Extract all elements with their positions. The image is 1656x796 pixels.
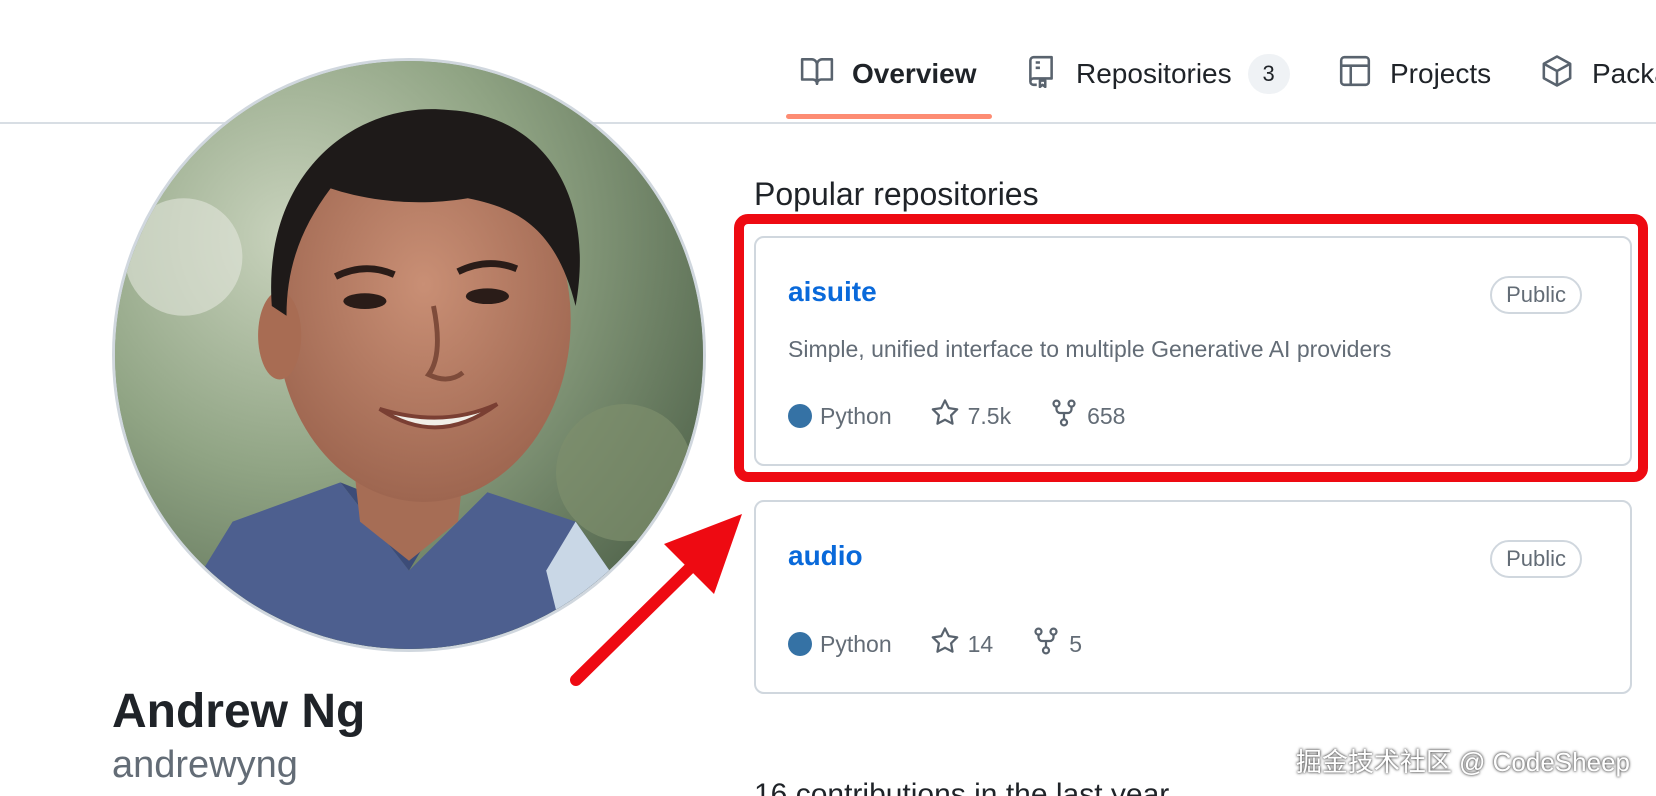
- language-color-dot: [788, 632, 812, 656]
- tab-packages[interactable]: Packa: [1540, 52, 1656, 96]
- repo-forks[interactable]: 5: [1031, 626, 1082, 662]
- profile-name: Andrew Ng: [112, 685, 366, 738]
- profile-login: andrewyng: [112, 744, 298, 786]
- watermark: 掘金技术社区 @ CodeSheep: [1295, 747, 1630, 777]
- tab-projects[interactable]: Projects: [1338, 52, 1491, 96]
- language-label: Python: [820, 630, 892, 657]
- repo-meta: Python 14 5: [788, 626, 1120, 662]
- table-icon: [1338, 54, 1372, 95]
- tab-overview[interactable]: Overview: [800, 52, 977, 96]
- visibility-badge: Public: [1490, 540, 1582, 578]
- book-icon: [800, 54, 834, 95]
- tab-label: Projects: [1390, 58, 1492, 89]
- repo-language: Python: [788, 631, 892, 658]
- repo-link[interactable]: audio: [788, 540, 863, 572]
- repo-count-badge: 3: [1247, 54, 1290, 94]
- active-tab-indicator: [786, 114, 992, 119]
- popular-repositories-heading: Popular repositories: [754, 176, 1039, 212]
- tab-repositories[interactable]: Repositories 3: [1024, 52, 1290, 96]
- fork-count: 5: [1069, 630, 1082, 657]
- repo-icon: [1024, 54, 1058, 95]
- tab-label: Packa: [1592, 58, 1656, 89]
- annotation-arrow: [570, 514, 742, 686]
- package-icon: [1540, 54, 1574, 95]
- annotation-highlight-box: [734, 214, 1648, 482]
- repo-card: audio Public Python 14 5: [754, 500, 1632, 694]
- fork-icon: [1031, 626, 1061, 662]
- star-count: 14: [967, 630, 994, 657]
- profile-page: Overview Repositories 3 Projects Pack An…: [0, 0, 1656, 796]
- tab-label: Repositories: [1076, 58, 1232, 89]
- contributions-heading: 16 contributions in the last year: [754, 778, 1170, 796]
- repo-stars[interactable]: 14: [930, 626, 994, 662]
- star-icon: [930, 626, 960, 662]
- tab-label: Overview: [852, 58, 977, 89]
